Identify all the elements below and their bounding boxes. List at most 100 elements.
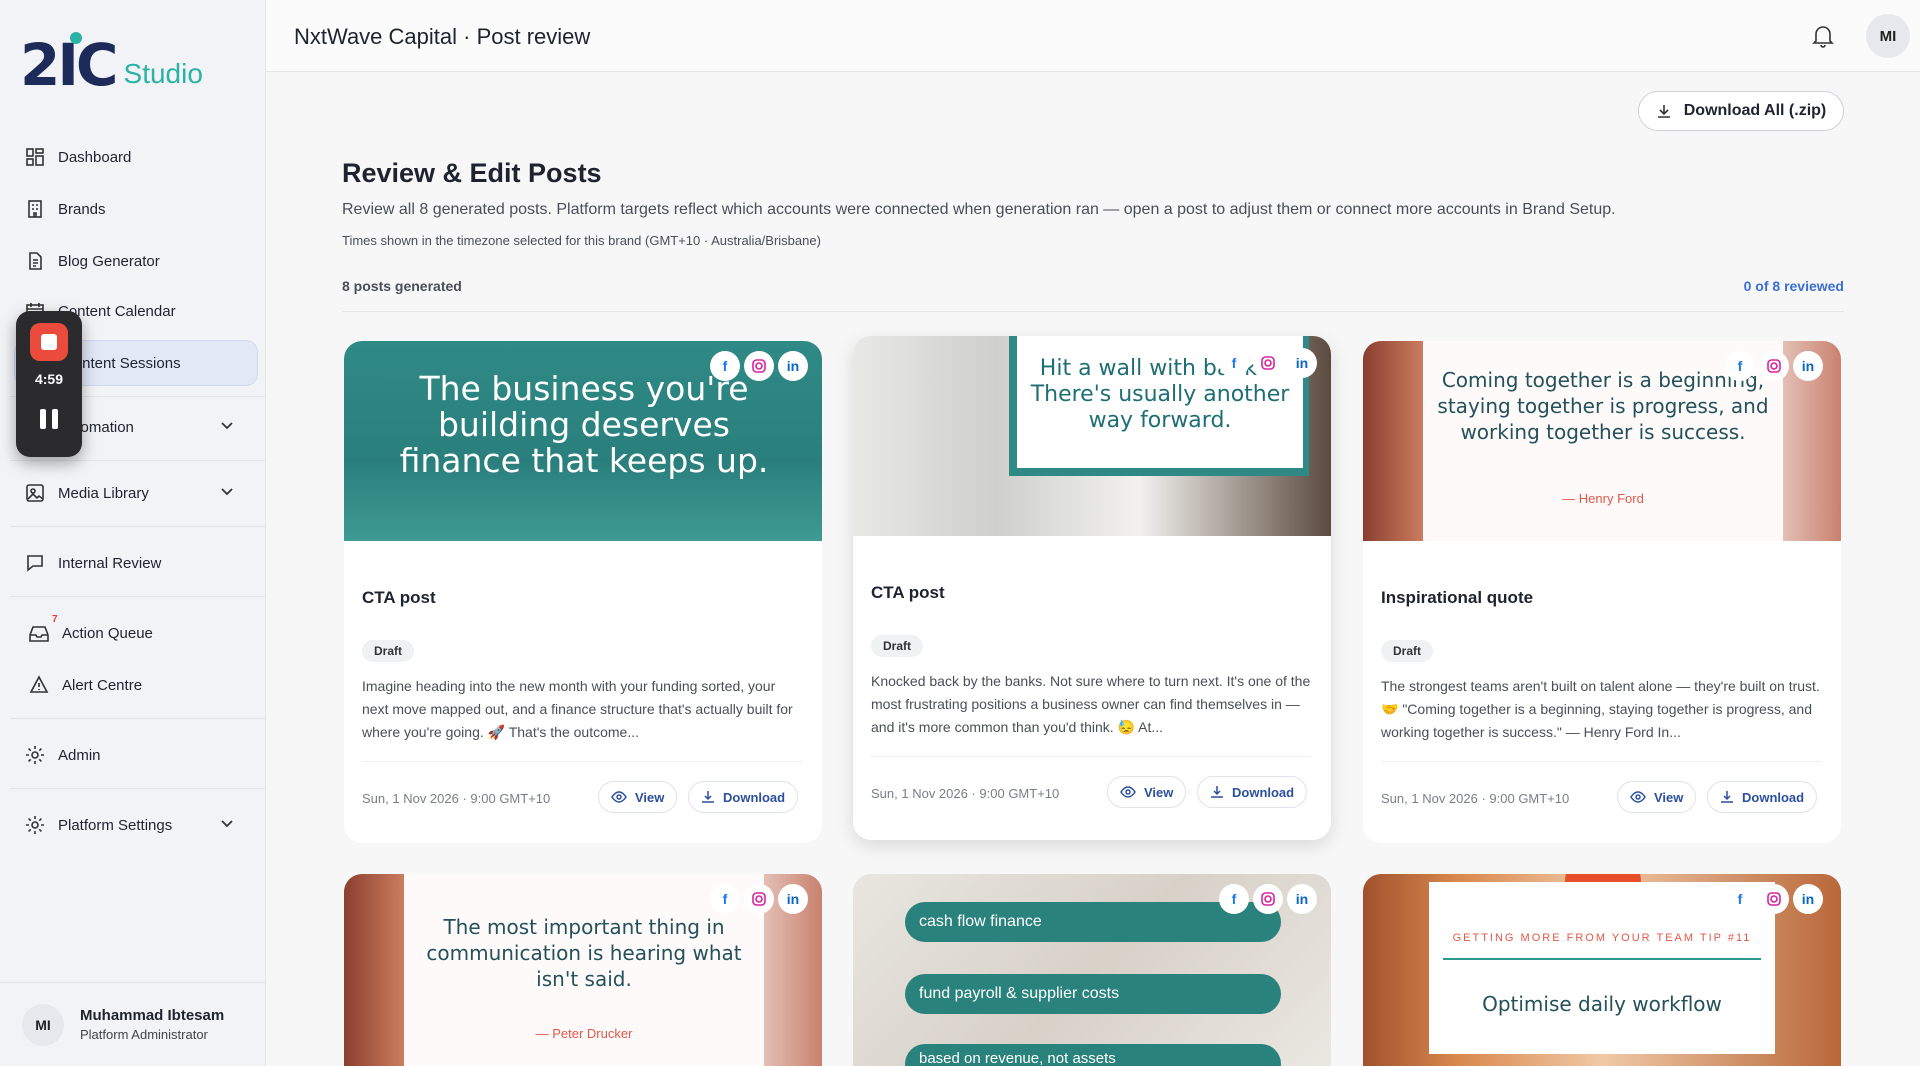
sidebar-item-label: Alert Centre [62,676,143,694]
logo-studio: Studio [123,58,203,89]
gear-icon [24,814,46,836]
divider [1381,761,1821,762]
download-button[interactable]: Download [1707,781,1818,813]
sidebar-item-internal-review[interactable]: Internal Review [10,540,258,586]
bell-icon[interactable] [1812,24,1836,48]
sidebar-item-label: Admin [58,746,101,764]
feature-pill: based on revenue, not assets [905,1044,1281,1066]
post-card[interactable]: The most important thing in communicatio… [344,874,822,1066]
user-profile[interactable]: MI Muhammad Ibtesam Platform Administrat… [0,982,266,1066]
post-image: Coming together is a beginning, staying … [1363,341,1841,541]
comment-icon [24,552,46,574]
sidebar-item-label: Dashboard [58,148,132,166]
avatar[interactable]: MI [1866,14,1910,58]
pause-icon[interactable] [40,409,58,429]
post-image: Hit a wall with banks? There's usually a… [853,336,1331,536]
post-card[interactable]: Hit a wall with banks? There's usually a… [853,336,1331,840]
linkedin-icon: in [1287,348,1317,378]
sidebar-item-alert-centre[interactable]: Alert Centre [10,662,258,708]
gear-icon [24,744,46,766]
instagram-icon [1253,348,1283,378]
divider [10,788,266,789]
post-card[interactable]: Coming together is a beginning, staying … [1363,341,1841,843]
divider [10,596,266,597]
sidebar-item-brands[interactable]: Brands [10,186,258,232]
page-title: NxtWave Capital · Post review [294,24,591,49]
sidebar-item-label: Platform Settings [58,816,173,834]
divider [1443,958,1761,960]
divider [10,526,266,527]
post-card[interactable]: The business you're building deserves fi… [344,341,822,843]
document-icon [24,250,46,272]
warning-icon [28,674,50,696]
divider [10,460,266,461]
stop-record-button[interactable] [30,323,68,361]
eye-icon [611,791,627,803]
status-badge: Draft [1381,640,1434,662]
facebook-icon: f [710,884,740,914]
instagram-icon [1759,351,1789,381]
post-image-text: The most important thing in communicatio… [426,915,742,991]
post-image: cash flow finance fund payroll & supplie… [853,874,1331,1066]
quote-author: — Peter Drucker [535,1026,633,1041]
top-header: NxtWave Capital · Post review MI [266,0,1920,72]
feature-pill: fund payroll & supplier costs [905,974,1281,1014]
facebook-icon: f [1219,348,1249,378]
post-image-text: Optimise daily workflow [1482,992,1722,1016]
dashboard-icon [24,146,46,168]
post-schedule: Sun, 1 Nov 2026 · 9:00 GMT+10 [1381,791,1570,806]
sidebar-item-label: Blog Generator [58,252,160,270]
section-title: Review & Edit Posts [342,158,602,188]
avatar: MI [22,1003,64,1046]
user-name: Muhammad Ibtesam [80,1007,225,1024]
screen-recorder: 4:59 [16,311,82,457]
instagram-icon [744,884,774,914]
instagram-icon [1759,884,1789,914]
instagram-icon [1253,884,1283,914]
linkedin-icon: in [778,351,808,381]
view-button[interactable]: View [598,781,678,813]
download-label: Download [723,789,786,805]
reviewed-count: 0 of 8 reviewed [1743,278,1844,294]
divider [342,311,1844,312]
download-button[interactable]: Download [688,781,799,813]
divider [871,756,1311,757]
download-button[interactable]: Download [1197,776,1308,808]
section-description: Review all 8 generated posts. Platform t… [342,201,1616,218]
sidebar-item-blog-generator[interactable]: Blog Generator [10,238,258,284]
divider [362,761,802,762]
download-label: Download [1742,789,1805,805]
view-button[interactable]: View [1617,781,1697,813]
post-excerpt: Imagine heading into the new month with … [362,678,793,740]
download-all-button[interactable]: Download All (.zip) [1638,91,1844,131]
user-role: Platform Administrator [80,1027,208,1042]
post-card[interactable]: GETTING MORE FROM YOUR TEAM TIP #11 Opti… [1363,874,1841,1066]
post-schedule: Sun, 1 Nov 2026 · 9:00 GMT+10 [871,786,1060,801]
sidebar-item-action-queue[interactable]: 7 Action Queue [10,610,258,656]
quote-author: — Henry Ford [1562,491,1644,506]
view-button[interactable]: View [1107,776,1187,808]
sidebar-item-platform-settings[interactable]: Platform Settings [10,802,258,848]
brand-logo[interactable]: 2IC Studio [20,32,203,94]
social-targets: f in [1219,884,1317,914]
post-excerpt: The strongest teams aren't built on tale… [1381,678,1820,740]
social-targets: f in [710,351,808,381]
post-schedule: Sun, 1 Nov 2026 · 9:00 GMT+10 [362,791,551,806]
building-icon [24,198,46,220]
sidebar-item-label: Media Library [58,484,149,502]
sidebar-item-label: Brands [58,200,106,218]
sidebar-item-media-library[interactable]: Media Library [10,470,258,516]
sidebar-item-label: Internal Review [58,554,162,572]
sidebar-item-dashboard[interactable]: Dashboard [10,134,258,180]
social-targets: f in [1725,351,1823,381]
facebook-icon: f [1219,884,1249,914]
download-icon [702,791,714,803]
social-targets: f in [1725,884,1823,914]
post-image: GETTING MORE FROM YOUR TEAM TIP #11 Opti… [1363,874,1841,1066]
post-card[interactable]: cash flow finance fund payroll & supplie… [853,874,1331,1066]
sidebar-item-admin[interactable]: Admin [10,732,258,778]
facebook-icon: f [1725,351,1755,381]
post-image: The most important thing in communicatio… [344,874,822,1066]
view-label: View [1144,784,1174,800]
chevron-down-icon [220,418,234,436]
